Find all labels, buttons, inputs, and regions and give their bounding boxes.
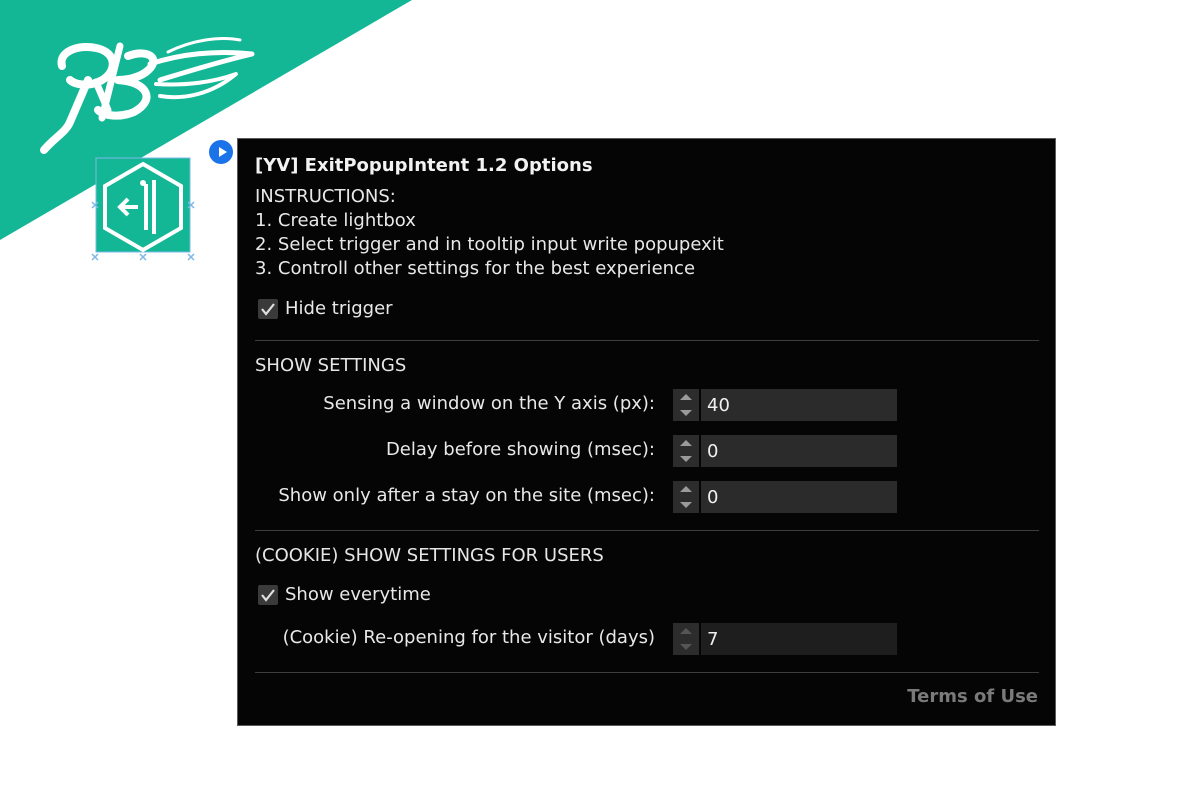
divider: [255, 340, 1039, 341]
instruction-step-2: 2. Select trigger and in tooltip input w…: [255, 234, 724, 255]
stepper-down-icon[interactable]: [673, 497, 699, 513]
y-axis-sensing-input[interactable]: [701, 389, 897, 421]
checkmark-icon: [258, 298, 278, 319]
stepper-up-icon[interactable]: [673, 481, 699, 497]
stay-on-site-label: Show only after a stay on the site (msec…: [278, 485, 655, 506]
divider: [255, 672, 1039, 673]
checkmark-icon: [258, 584, 278, 605]
y-axis-sensing-label: Sensing a window on the Y axis (px):: [323, 393, 655, 414]
show-settings-heading: SHOW SETTINGS: [255, 355, 407, 376]
stay-on-site-input[interactable]: [701, 481, 897, 513]
instructions-heading: INSTRUCTIONS:: [255, 186, 396, 207]
stay-on-site-stepper[interactable]: [673, 481, 699, 513]
hide-trigger-checkbox[interactable]: Hide trigger: [258, 298, 393, 319]
divider: [255, 530, 1039, 531]
exit-arrow-hexagon-icon[interactable]: [88, 150, 198, 262]
stepper-down-icon[interactable]: [673, 639, 699, 655]
reopening-days-label: (Cookie) Re-opening for the visitor (day…: [282, 627, 655, 648]
stepper-up-icon[interactable]: [673, 623, 699, 639]
stepper-down-icon[interactable]: [673, 405, 699, 421]
delay-before-showing-stepper[interactable]: [673, 435, 699, 467]
y-axis-sensing-stepper[interactable]: [673, 389, 699, 421]
delay-before-showing-input[interactable]: [701, 435, 897, 467]
rb-script-logo-icon: [40, 37, 255, 154]
instruction-step-1: 1. Create lightbox: [255, 210, 416, 231]
show-everytime-label: Show everytime: [285, 584, 431, 605]
options-panel: [YV] ExitPopupIntent 1.2 Options INSTRUC…: [237, 138, 1056, 726]
panel-title: [YV] ExitPopupIntent 1.2 Options: [255, 155, 593, 176]
terms-of-use-link[interactable]: Terms of Use: [907, 686, 1038, 707]
show-everytime-checkbox[interactable]: Show everytime: [258, 584, 431, 605]
instruction-step-3: 3. Controll other settings for the best …: [255, 258, 696, 279]
cookie-settings-heading: (COOKIE) SHOW SETTINGS FOR USERS: [255, 545, 604, 566]
stepper-up-icon[interactable]: [673, 389, 699, 405]
stepper-up-icon[interactable]: [673, 435, 699, 451]
reopening-days-input[interactable]: [701, 623, 897, 655]
reopening-days-stepper[interactable]: [673, 623, 699, 655]
stepper-down-icon[interactable]: [673, 451, 699, 467]
play-icon[interactable]: [209, 140, 233, 164]
hide-trigger-label: Hide trigger: [285, 298, 393, 319]
delay-before-showing-label: Delay before showing (msec):: [385, 439, 655, 460]
